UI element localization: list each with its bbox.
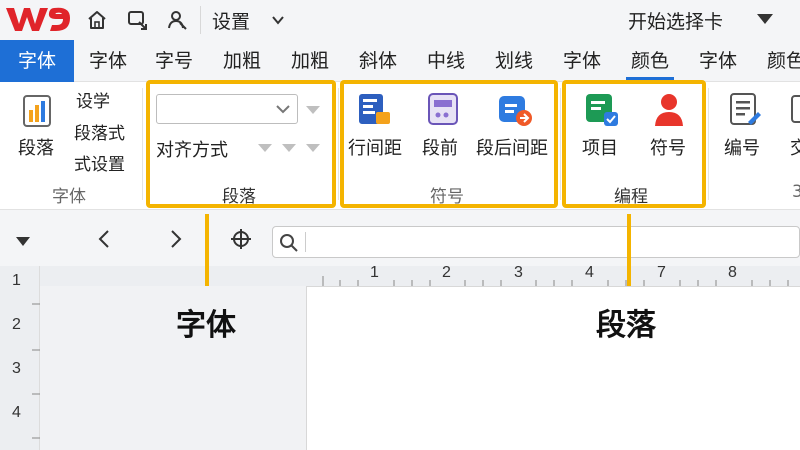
- paragraph-style-icon[interactable]: [22, 92, 58, 130]
- tab-underline[interactable]: 划线: [484, 40, 544, 82]
- ruler-number: 3: [12, 360, 21, 377]
- tab-font[interactable]: 字体: [78, 40, 138, 82]
- tab-color[interactable]: 颜色: [620, 40, 680, 82]
- crosshair-icon[interactable]: [230, 228, 252, 250]
- search-icon: [280, 234, 298, 252]
- ruler-number: 3: [514, 264, 523, 281]
- ribbon-separator: [142, 88, 143, 200]
- ribbon-separator: [338, 88, 339, 200]
- number-group-label: 3: [792, 182, 800, 202]
- user-badge-icon[interactable]: [164, 7, 190, 33]
- tab-size[interactable]: 字号: [144, 40, 204, 82]
- ruler-number: 7: [657, 264, 666, 281]
- app-logo: [6, 7, 70, 31]
- callout-line-right: [627, 214, 631, 286]
- document-page[interactable]: [306, 286, 800, 450]
- font-item-2[interactable]: 段落式: [74, 119, 125, 144]
- vertical-ruler: 1 2 3 4: [0, 266, 40, 450]
- highlight-paragraph-group: [146, 80, 336, 208]
- ruler-ticks: [322, 276, 789, 286]
- tab-color-2[interactable]: 颜色: [756, 40, 800, 82]
- tab-font-3[interactable]: 字体: [552, 40, 612, 82]
- numbering-icon[interactable]: [728, 92, 762, 128]
- numbering-button[interactable]: 编号: [724, 134, 760, 160]
- ruler-number: 2: [442, 264, 451, 281]
- caret-down-icon[interactable]: [756, 12, 774, 26]
- search-divider: [305, 232, 306, 252]
- tab-bold[interactable]: 加粗: [212, 40, 272, 82]
- start-select-card[interactable]: 开始选择卡: [628, 7, 723, 34]
- ruler-number: 1: [12, 272, 21, 289]
- home-icon[interactable]: [84, 7, 110, 33]
- callout-label-left: 字体: [176, 308, 236, 343]
- tab-font-4[interactable]: 字体: [688, 40, 748, 82]
- window-icon[interactable]: [124, 7, 150, 33]
- settings-menu[interactable]: 设置: [212, 7, 250, 34]
- font-group-label: 字体: [52, 187, 86, 207]
- highlight-symbol-group: [340, 80, 558, 208]
- ribbon-separator: [560, 88, 561, 200]
- title-bar: 设置 开始选择卡: [0, 0, 800, 40]
- chevron-right-icon[interactable]: [164, 228, 186, 250]
- ruler-number: 4: [585, 264, 594, 281]
- tab-bold-2[interactable]: 加粗: [280, 40, 340, 82]
- paragraph-big-button[interactable]: 段落: [18, 134, 54, 160]
- tab-midline[interactable]: 中线: [416, 40, 476, 82]
- highlight-program-group: [562, 80, 706, 208]
- ruler-number: 2: [12, 316, 21, 333]
- ruler-number: 1: [370, 264, 379, 281]
- callout-line-left: [205, 214, 209, 286]
- title-separator: [200, 6, 201, 34]
- horizontal-ruler: 1 2 3 4 7 8: [40, 264, 800, 286]
- ruler-ticks: [32, 303, 40, 439]
- partial-icon[interactable]: [788, 92, 800, 128]
- tab-italic[interactable]: 斜体: [348, 40, 408, 82]
- ribbon-tabs: 字体 字体 字号 加粗 加粗 斜体 中线 划线 字体 颜色 字体 颜色: [0, 40, 800, 82]
- ruler-number: 4: [12, 404, 21, 421]
- search-input[interactable]: [272, 226, 800, 258]
- tab-font-active[interactable]: 字体: [0, 40, 74, 82]
- chevron-left-icon[interactable]: [94, 228, 116, 250]
- navigation-bar: [0, 210, 800, 266]
- partial-button[interactable]: 交: [790, 134, 800, 160]
- caret-down-icon[interactable]: [12, 230, 34, 252]
- chevron-down-icon[interactable]: [270, 12, 286, 28]
- font-item-1[interactable]: 设学: [76, 87, 110, 112]
- ruler-number: 8: [728, 264, 737, 281]
- callout-label-right: 段落: [596, 308, 656, 343]
- ribbon-panel: 段落 设学 段落式 式设置 字体 对齐方式 段落 行间距 段前 段后间距 符号: [0, 80, 800, 210]
- font-item-3[interactable]: 式设置: [74, 150, 125, 175]
- ribbon-separator: [708, 88, 709, 200]
